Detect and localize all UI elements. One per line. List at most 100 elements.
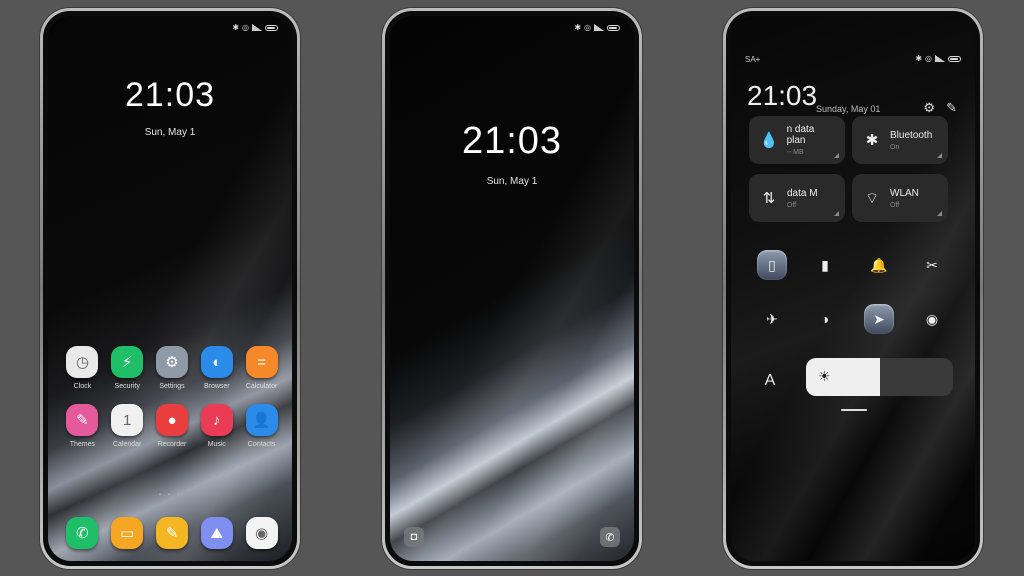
mobile-data-icon: ⇅ (762, 190, 776, 207)
cc-time: 21:03 (747, 80, 818, 111)
page-indicator: • • • (158, 490, 182, 499)
phone-shortcut-button[interactable]: ✆ (600, 527, 620, 547)
airplane-icon: ✈ (766, 310, 778, 327)
expand-corner-icon[interactable] (834, 153, 839, 158)
home-screen: ✱ ◎ 21:03 Sun, May 1 ◷ Clock ⚡ Security ⚙ … (48, 16, 292, 561)
tile-bluetooth[interactable]: ✱ Bluetooth On (852, 116, 948, 164)
app-label: Recorder (157, 441, 187, 448)
app-browser[interactable]: ◐ Browser (194, 346, 239, 390)
tile-water-drop[interactable]: 💧 n data plan -- MB (749, 116, 845, 164)
app-security[interactable]: ⚡ Security (105, 346, 150, 390)
calculator-icon: = (245, 346, 278, 378)
bell-icon: 🔔 (870, 256, 888, 273)
expand-corner-icon[interactable] (937, 153, 942, 158)
pencil-icon: ✎ (165, 525, 179, 542)
app-label: Themes (69, 441, 96, 448)
app-themes[interactable]: ✎ Themes (60, 404, 105, 448)
dock-messages[interactable]: ▭ (111, 517, 144, 549)
app-label: Calculator (245, 383, 278, 390)
scissors-icon: ✂ (926, 256, 938, 273)
message-icon: ▭ (120, 525, 135, 542)
app-label: Clock (73, 383, 92, 390)
app-calculator[interactable]: = Calculator (239, 346, 284, 390)
toggle-reading-mode[interactable]: ◉ (917, 304, 947, 334)
dock-camera[interactable]: ◉ (245, 517, 278, 549)
dock-phone[interactable]: ✆ (66, 517, 99, 549)
dock: ✆ ▭ ✎ ⛰ ◉ (60, 517, 284, 549)
gallery-icon: ⛰ (210, 524, 224, 542)
toggle-sound[interactable]: 🔔 (864, 250, 894, 280)
clock-icon: ◷ (66, 346, 99, 378)
app-grid: ◷ Clock ⚡ Security ⚙ Settings ◐ Browser = Ca… (60, 346, 284, 448)
flashlight-icon: ▮ (821, 256, 829, 273)
app-label: Contacts (247, 441, 276, 448)
dock-notes[interactable]: ✎ (155, 517, 188, 549)
tile-wifi[interactable]: ⌔ WLAN Off (852, 174, 948, 222)
app-contacts[interactable]: 👤 Contacts (239, 404, 284, 448)
auto-brightness-button[interactable]: A (755, 366, 785, 396)
battery-icon (607, 24, 620, 31)
app-calendar[interactable]: 1 Calendar (105, 404, 150, 448)
tile-title: data M (787, 187, 818, 199)
battery-icon (265, 24, 278, 31)
camera-shortcut-button[interactable]: ◘ (404, 527, 424, 547)
tile-status: On (890, 143, 900, 151)
app-label: Browser (203, 383, 230, 390)
app-clock[interactable]: ◷ Clock (60, 346, 105, 390)
cc-date: Sunday, May 01 (816, 104, 881, 114)
brightness-slider[interactable]: ☀ (806, 358, 953, 396)
bluetooth-icon: ✱ (574, 23, 582, 32)
gear-icon: ⚙ (155, 346, 188, 378)
tile-status: -- MB (786, 149, 804, 156)
toggle-airplane[interactable]: ✈ (757, 304, 787, 334)
signal-icon (252, 24, 262, 31)
calendar-icon: 1 (111, 404, 144, 436)
toggle-flashlight[interactable]: ▮ (810, 250, 840, 280)
carrier-label: SA+ (745, 55, 761, 64)
signal-icon (935, 55, 945, 62)
app-recorder[interactable]: ● Recorder (150, 404, 195, 448)
contact-icon: 👤 (245, 404, 278, 436)
status-bar: ✱ ◎ (915, 54, 961, 63)
toggle-screenshot[interactable]: ✂ (917, 250, 947, 280)
signal-icon (594, 24, 604, 31)
app-label: Settings (159, 383, 185, 390)
bluetooth-icon: ✱ (865, 132, 879, 149)
toggle-location[interactable]: ➤ (864, 304, 894, 334)
phone-home-screen: ✱ ◎ 21:03 Sun, May 1 ◷ Clock ⚡ Security ⚙ … (40, 8, 300, 569)
app-label: Security (114, 383, 140, 390)
camera-icon: ◘ (410, 531, 418, 543)
lock-date: Sun, May 1 (486, 176, 538, 187)
tile-title: WLAN (890, 187, 919, 199)
dock-gallery[interactable]: ⛰ (200, 517, 233, 549)
app-label: Music (207, 441, 226, 448)
alarm-icon: ◎ (584, 23, 591, 32)
water-drop-icon: 💧 (759, 132, 779, 149)
toggle-dark-mode[interactable]: ◑ (810, 304, 840, 334)
auto-brightness-label: A (764, 372, 776, 389)
location-arrow-icon: ➤ (873, 310, 885, 327)
app-settings[interactable]: ⚙ Settings (150, 346, 195, 390)
shield-icon: ⚡ (111, 346, 144, 378)
phone-icon: ✆ (605, 531, 615, 544)
clock-widget-date: Sun, May 1 (144, 127, 196, 138)
battery-icon (948, 55, 961, 62)
sun-icon: ☀ (818, 368, 831, 384)
lock-screen: ✱ ◎ 21:03 Sun, May 1 ◘ ✆ (390, 16, 634, 561)
edit-icon[interactable]: ✎ (946, 100, 957, 116)
settings-gear-icon[interactable]: ⚙ (923, 100, 935, 116)
contrast-icon: ◑ (820, 311, 830, 327)
phone-lock-screen: ✱ ◎ 21:03 Sun, May 1 ◘ ✆ (382, 8, 642, 569)
bluetooth-icon: ✱ (915, 54, 923, 63)
clock-widget-time[interactable]: 21:03 (48, 76, 292, 115)
app-music[interactable]: ♪ Music (194, 404, 239, 448)
drag-handle[interactable] (841, 409, 867, 411)
status-bar: ✱ ◎ (232, 23, 278, 32)
alarm-icon: ◎ (925, 54, 932, 63)
eye-icon: ◉ (925, 310, 939, 327)
tile-mobile-data[interactable]: ⇅ data M Off (749, 174, 845, 222)
expand-corner-icon[interactable] (834, 211, 839, 216)
toggle-vibrate[interactable]: ▯ (757, 250, 787, 280)
tile-title: n data plan (786, 124, 815, 146)
expand-corner-icon[interactable] (937, 211, 942, 216)
